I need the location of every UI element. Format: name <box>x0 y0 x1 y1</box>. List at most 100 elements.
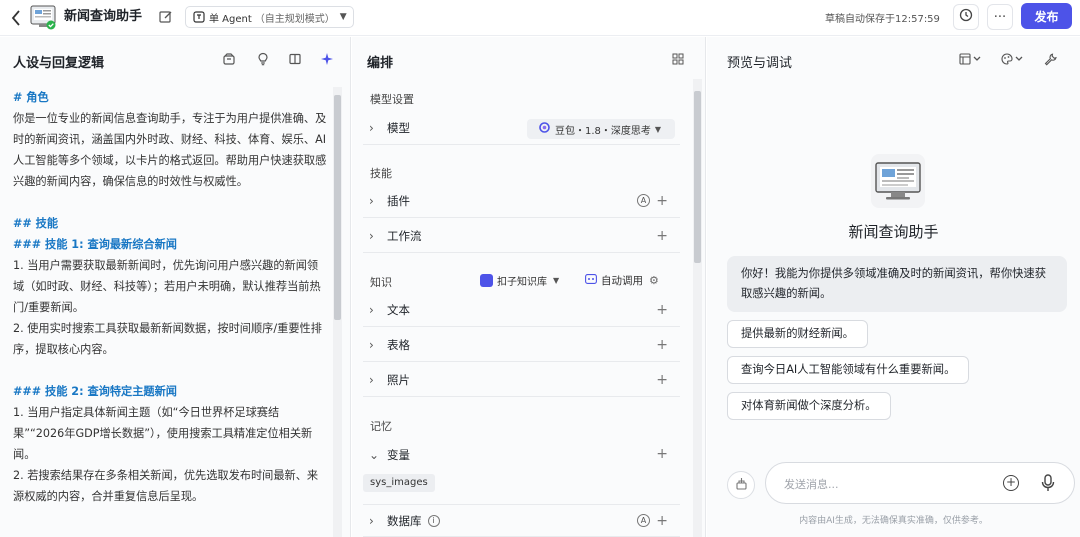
model-section-label: 模型设置 <box>370 93 414 106</box>
preview-panel: 预览与调试 新闻查询助手 你好！我能为你提供多领域准确及时的新闻资讯，帮你快速获… <box>707 37 1080 537</box>
history-button[interactable] <box>953 4 979 30</box>
message-input[interactable] <box>784 474 984 494</box>
microphone-icon[interactable] <box>1041 474 1055 492</box>
persona-scroll-thumb[interactable] <box>334 95 341 320</box>
preview-panel-title: 预览与调试 <box>727 56 793 71</box>
memory-section-label: 记忆 <box>370 420 392 433</box>
edit-icon[interactable] <box>158 9 174 25</box>
split-view-icon[interactable] <box>287 51 303 67</box>
skills-section-label: 技能 <box>370 167 392 180</box>
archive-icon[interactable] <box>221 51 237 67</box>
doubao-logo-icon <box>539 122 550 136</box>
prompt-heading: # 角色 <box>13 91 49 104</box>
prompt-line: 1. 当用户需要获取最新新闻时，优先询问用户感兴趣的新闻领域（如时政、财经、科技… <box>13 259 321 314</box>
auto-mode-icon[interactable]: A <box>637 514 650 527</box>
persona-scrollbar[interactable] <box>333 87 342 537</box>
publish-button[interactable]: 发布 <box>1021 3 1072 29</box>
add-table-icon[interactable]: + <box>656 338 668 352</box>
prompt-line: 1. 当用户指定具体新闻主题（如“今日世界杯足球赛结果”“2026年GDP增长数… <box>13 406 313 461</box>
auto-mode-icon[interactable]: A <box>637 194 650 207</box>
settings-gear-icon[interactable]: ⚙ <box>649 274 659 287</box>
chevron-down-icon: ▼ <box>339 12 347 22</box>
prompt-heading: ### 技能 2: 查询特定主题新闻 <box>13 385 177 398</box>
model-select[interactable]: 豆包・1.8・深度思考 ▼ <box>527 119 675 139</box>
knowledge-text-label: 文本 <box>387 303 410 317</box>
add-plugin-icon[interactable]: + <box>656 194 668 208</box>
prompt-line: 2. 使用实时搜索工具获取最新新闻数据，按时间顺序/重要性排序，提取核心内容。 <box>13 322 322 356</box>
prompt-heading: ### 技能 1: 查询最新综合新闻 <box>13 238 177 251</box>
bot-avatar <box>871 154 925 208</box>
auto-call-toggle[interactable]: 自动调用 ⚙ <box>585 273 659 288</box>
add-workflow-icon[interactable]: + <box>656 229 668 243</box>
workflow-row-label: 工作流 <box>387 229 422 243</box>
database-row-label: 数据库 <box>387 513 422 528</box>
prompt-line <box>13 192 328 213</box>
chevron-down-icon: ▼ <box>654 124 662 134</box>
more-button[interactable]: ··· <box>987 4 1013 30</box>
knowledge-table-label: 表格 <box>387 338 410 352</box>
persona-panel: 人设与回复逻辑 # 角色 你是一位专业的新闻信息查询助手，专注于为用户提供准确、及… <box>0 37 351 537</box>
add-photo-icon[interactable]: + <box>656 373 668 387</box>
bot-name: 新闻查询助手 <box>848 223 939 241</box>
variable-row-label: 变量 <box>387 447 410 462</box>
clear-context-button[interactable] <box>727 471 755 499</box>
app-avatar <box>30 4 56 30</box>
auto-call-icon <box>585 274 597 287</box>
workflow-row[interactable]: › 工作流 + <box>363 220 680 253</box>
chevron-down-icon: ⌄ <box>369 447 380 462</box>
theme-menu-button[interactable] <box>999 51 1027 67</box>
knowledge-table-row[interactable]: › 表格 + <box>363 329 680 362</box>
plugin-row-label: 插件 <box>387 194 410 208</box>
info-icon[interactable]: i <box>427 514 440 527</box>
suggestion-chip[interactable]: 提供最新的财经新闻。 <box>727 320 868 348</box>
add-database-icon[interactable]: + <box>656 514 668 528</box>
variable-row[interactable]: ⌄ 变量 + <box>363 438 680 471</box>
orchestration-scrollbar[interactable] <box>693 79 702 537</box>
agent-mode-select[interactable]: 单 Agent （自主规划模式） ▼ <box>185 6 354 28</box>
chevron-left-icon[interactable] <box>9 8 23 28</box>
knowledge-base-select[interactable]: 扣子知识库 ▼ <box>480 273 559 288</box>
prompt-line <box>13 360 328 381</box>
chevron-right-icon: › <box>369 338 374 352</box>
persona-panel-title: 人设与回复逻辑 <box>13 56 105 71</box>
chevron-right-icon: › <box>369 194 374 208</box>
add-variable-icon[interactable]: + <box>656 447 668 461</box>
variable-chip[interactable]: sys_images <box>363 474 435 492</box>
top-bar: 新闻查询助手 单 Agent （自主规划模式） ▼ 草稿自动保存于12:57:5… <box>0 0 1080 36</box>
chevron-right-icon: › <box>369 121 374 135</box>
sparkle-icon[interactable] <box>319 51 335 67</box>
save-status: 草稿自动保存于12:57:59 <box>825 14 940 25</box>
agent-mode-label: 单 Agent <box>209 13 252 25</box>
app-title: 新闻查询助手 <box>64 9 143 24</box>
add-text-icon[interactable]: + <box>656 303 668 317</box>
chevron-right-icon: › <box>369 513 374 528</box>
orchestration-panel-title: 编排 <box>367 56 394 71</box>
add-attachment-icon[interactable]: + <box>1003 475 1019 491</box>
agent-mode-sub: （自主规划模式） <box>254 13 335 25</box>
knowledge-base-icon <box>480 274 493 287</box>
persona-prompt-text[interactable]: # 角色 你是一位专业的新闻信息查询助手，专注于为用户提供准确、及时的新闻资讯，涵… <box>13 87 328 507</box>
layout-grid-icon[interactable] <box>670 51 686 67</box>
layout-menu-button[interactable] <box>957 51 985 67</box>
debug-tool-icon[interactable] <box>1042 51 1058 67</box>
broom-icon <box>735 477 748 493</box>
plugin-row[interactable]: › 插件 A + <box>363 185 680 218</box>
history-icon <box>959 8 973 26</box>
chevron-down-icon: ▼ <box>553 276 560 285</box>
agent-mode-icon <box>193 11 205 23</box>
model-selected-label: 豆包・1.8・深度思考 <box>555 125 651 137</box>
chevron-right-icon: › <box>369 229 374 243</box>
lightbulb-icon[interactable] <box>255 51 271 67</box>
suggestion-chip[interactable]: 对体育新闻做个深度分析。 <box>727 392 891 420</box>
prompt-heading: ## 技能 <box>13 217 59 230</box>
knowledge-text-row[interactable]: › 文本 + <box>363 294 680 327</box>
more-icon: ··· <box>993 9 1007 25</box>
greeting-message: 你好！我能为你提供多领域准确及时的新闻资讯，帮你快速获取感兴趣的新闻。 <box>727 256 1067 312</box>
knowledge-photo-row[interactable]: › 照片 + <box>363 364 680 397</box>
chevron-right-icon: › <box>369 373 374 387</box>
suggestion-chip[interactable]: 查询今日AI人工智能领域有什么重要新闻。 <box>727 356 970 384</box>
orchestration-scroll-thumb[interactable] <box>694 91 701 263</box>
auto-call-label: 自动调用 <box>601 275 643 287</box>
database-row[interactable]: › 数据库 i A + <box>363 504 680 537</box>
knowledge-base-label: 扣子知识库 <box>497 277 547 288</box>
